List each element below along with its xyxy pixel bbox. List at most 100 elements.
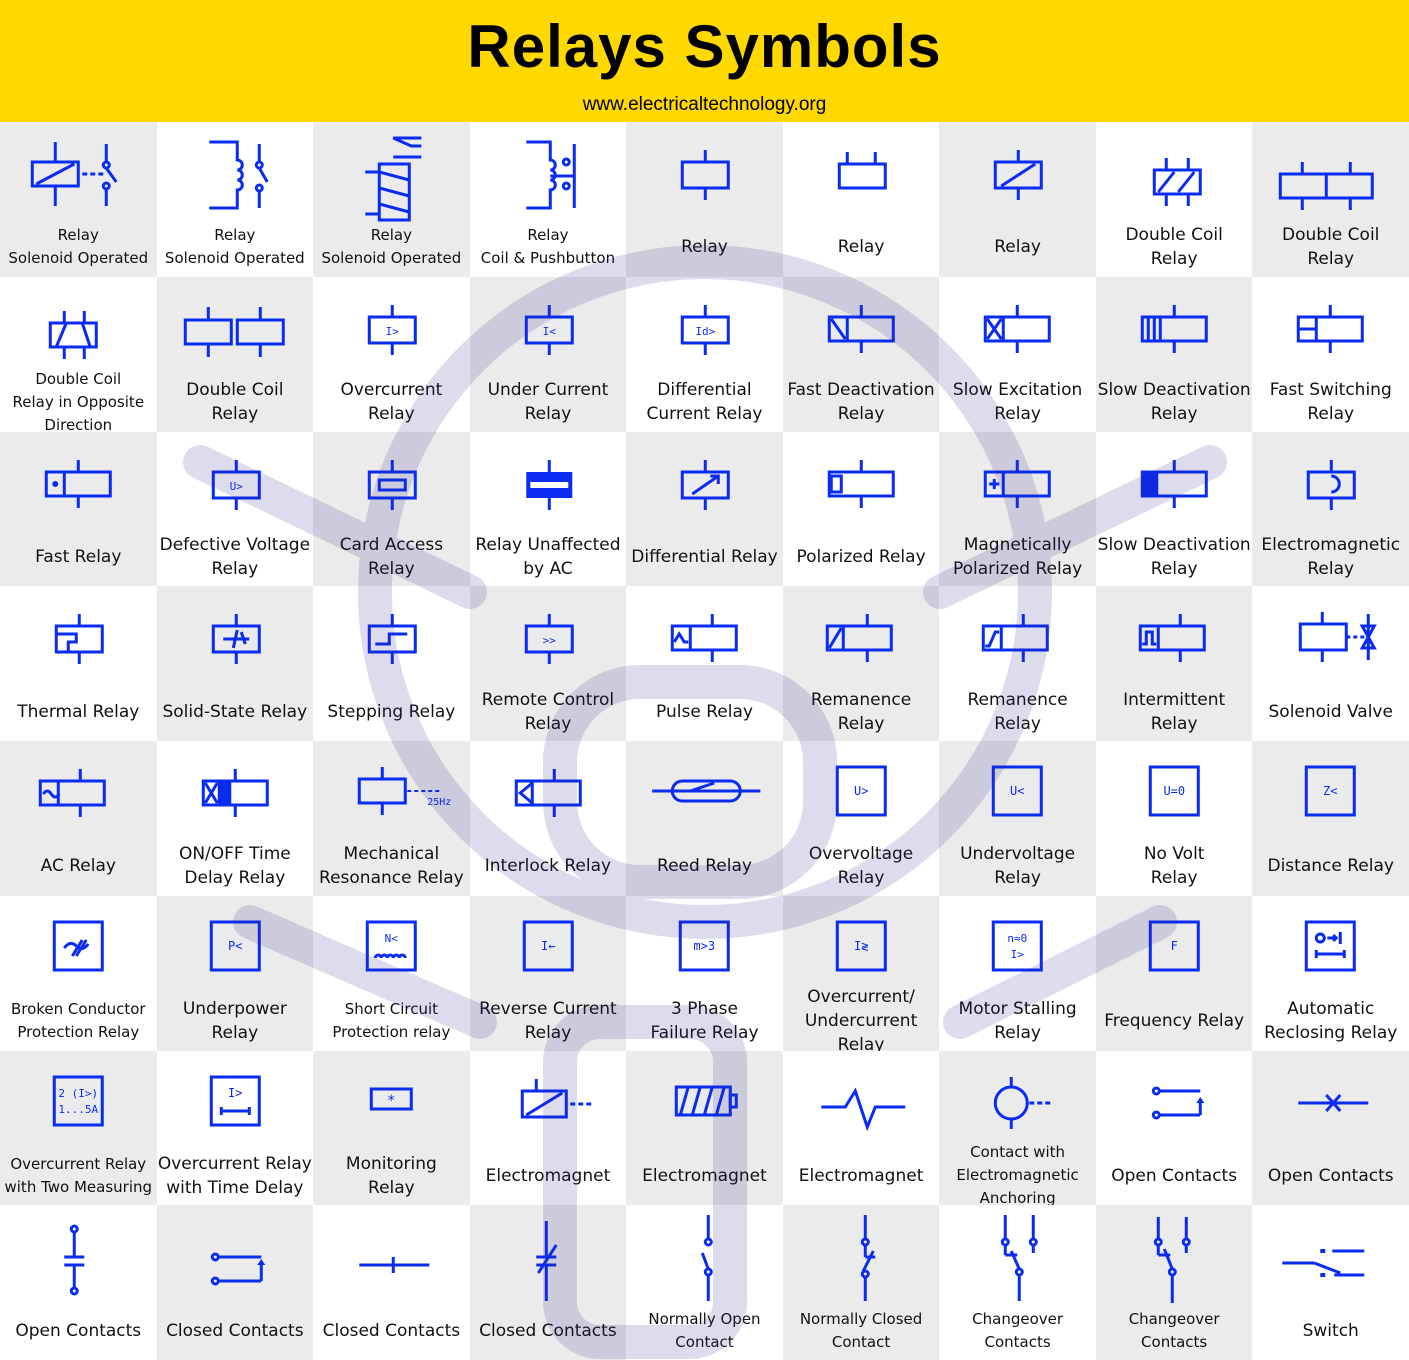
symbol-cell: Interlock Relay: [469, 741, 627, 896]
symbol-label: Slow Deactivation Relay: [1097, 534, 1251, 579]
symbol-cell: Solenoid Valve: [1252, 586, 1409, 741]
symbol-cell: Double Coil Relay: [1252, 122, 1409, 277]
symbol-label: Overvoltage Relay: [808, 844, 914, 889]
svg-text:I≷: I≷: [854, 939, 868, 953]
symbol-label: Solid-State Relay: [162, 701, 308, 722]
symbol-label: ON/OFF Time Delay Relay: [178, 844, 291, 889]
svg-text:2 (I>): 2 (I>): [58, 1087, 98, 1100]
variable-cap-icon: [535, 1221, 558, 1302]
symbol-label: Normally Open Contact: [648, 1309, 761, 1351]
box-left-slash-wide-icon: [825, 614, 893, 663]
svg-text:*: *: [387, 1093, 395, 1109]
box-left-plus-icon: [984, 459, 1052, 508]
svg-text:m>3: m>3: [694, 939, 716, 953]
symbol-label: Short Circuit Protection relay: [332, 1000, 451, 1042]
symbol-cell: Closed Contacts: [156, 1205, 314, 1360]
box-transistor-icon: [211, 614, 261, 665]
nc-contact-icon: [860, 1215, 876, 1302]
symbol-cell: Switch: [1252, 1205, 1409, 1360]
box-step-icon: [367, 614, 417, 665]
symbol-cell: * Monitoring Relay: [313, 1050, 470, 1206]
symbol-cell: Magnetically Polarized Relay: [939, 431, 1096, 587]
symbol-label: No Volt Relay: [1143, 844, 1205, 889]
symbol-label: Intermittent Relay: [1123, 689, 1226, 734]
symbol-label: Changeover Contacts: [1128, 1309, 1220, 1351]
symbol-cell: I< Under Current Relay: [469, 276, 627, 432]
svg-text:F: F: [1171, 939, 1178, 953]
symbol-label: Slow Excitation Relay: [952, 380, 1083, 425]
svg-text:I>: I>: [386, 325, 400, 338]
magnet-coil-icon: [674, 1085, 738, 1116]
symbol-cell: Relay Unaffected by AC: [469, 431, 627, 587]
symbol-cell: Electromagnet: [626, 1050, 783, 1206]
svg-text:U>: U>: [854, 784, 868, 798]
svg-text:Id>: Id>: [696, 325, 716, 338]
reed-icon: [652, 779, 761, 803]
symbol-label: Relay: [681, 237, 728, 258]
symbol-label: Open Contacts: [1267, 1165, 1394, 1186]
square-text-coil-icon: N<: [365, 920, 417, 972]
symbol-cell: Double Coil Relay: [156, 276, 314, 432]
symbol-cell: F Frequency Relay: [1095, 895, 1253, 1051]
symbol-label: Under Current Relay: [487, 380, 609, 425]
tick-line-icon: [359, 1257, 430, 1274]
box-text-icon: U>: [211, 459, 261, 510]
symbol-label: Electromagnetic Relay: [1261, 534, 1401, 579]
box-left-h-icon: [1297, 304, 1365, 353]
symbol-label: Defective Voltage Relay: [159, 534, 311, 579]
magnet-zigzag-icon: [821, 1087, 906, 1131]
symbol-label: Relay Coil & Pushbutton: [480, 226, 616, 268]
symbol-cell: >> Remote Control Relay: [469, 586, 627, 741]
symbol-cell: I> Overcurrent Relay: [313, 276, 470, 432]
box-double-slash-icon: [1152, 158, 1202, 206]
svg-text:>>: >>: [542, 634, 556, 647]
symbol-label: Relay Solenoid Operated: [321, 226, 462, 268]
symbol-label: Reed Relay: [657, 856, 752, 877]
symbol-cell: Electromagnet: [782, 1050, 940, 1206]
symbol-label: Automatic Reclosing Relay: [1264, 999, 1398, 1044]
symbol-label: Broken Conductor Protection Relay: [10, 1000, 146, 1042]
square-text-icon: Z<: [1305, 765, 1357, 817]
box-left-fill-small-icon: [827, 459, 895, 508]
symbol-label: Contact with Electromagnetic Anchoring: [956, 1143, 1079, 1206]
changeover-2-icon: [1153, 1217, 1191, 1304]
website-url: www.electricaltechnology.org: [582, 94, 827, 115]
symbol-label: Changeover Contacts: [972, 1309, 1064, 1351]
symbol-cell: Automatic Reclosing Relay: [1252, 895, 1409, 1051]
symbol-label: Interlock Relay: [484, 856, 612, 877]
symbol-cell: Remanence Relay: [939, 586, 1096, 741]
square-text-icon: U<: [992, 765, 1044, 817]
symbol-label: Slow Deactivation Relay: [1097, 380, 1251, 425]
symbol-label: Frequency Relay: [1104, 1011, 1245, 1032]
box-text-icon: I>: [367, 304, 417, 355]
box-left-slash-icon: [827, 304, 895, 353]
no-contact-icon: [701, 1215, 713, 1302]
circle-dash-icon: [994, 1076, 1052, 1129]
open-contacts-arrow-icon: [1151, 1086, 1205, 1119]
box-x-fill-icon: [201, 769, 269, 817]
symbol-cell: Polarized Relay: [782, 431, 940, 587]
symbol-cell: Open Contacts: [0, 1205, 157, 1360]
inductor-switch-icon: [208, 140, 269, 210]
svg-text:I<: I<: [542, 325, 556, 338]
symbol-label: Underpower Relay: [182, 999, 287, 1044]
box-left-x-icon: [984, 304, 1052, 353]
svg-text:I>: I>: [1011, 948, 1025, 961]
symbol-cell: Pulse Relay: [626, 586, 783, 741]
symbol-label: Relay: [994, 237, 1041, 258]
symbol-label: Closed Contacts: [322, 1320, 461, 1341]
box-thermal-icon: [54, 614, 104, 665]
symbol-cell: Closed Contacts: [469, 1205, 627, 1360]
svg-text:U=0: U=0: [1163, 784, 1185, 798]
symbol-cell: Normally Open Contact: [626, 1205, 783, 1360]
symbol-label: Overcurrent Relay with Two Measuring: [4, 1154, 153, 1196]
symbol-label: Overcurrent Relay: [340, 380, 443, 425]
svg-text:1...5A: 1...5A: [58, 1103, 98, 1116]
symbol-label: Differential Relay: [631, 546, 778, 567]
symbol-label: Relay: [837, 237, 885, 258]
svg-text:Z<: Z<: [1323, 784, 1337, 798]
symbol-cell: Thermal Relay: [0, 586, 157, 741]
symbol-cell: Slow Deactivation Relay: [1095, 276, 1253, 432]
symbol-cell: Relay Coil & Pushbutton: [469, 122, 627, 277]
symbol-label: Closed Contacts: [166, 1320, 304, 1341]
